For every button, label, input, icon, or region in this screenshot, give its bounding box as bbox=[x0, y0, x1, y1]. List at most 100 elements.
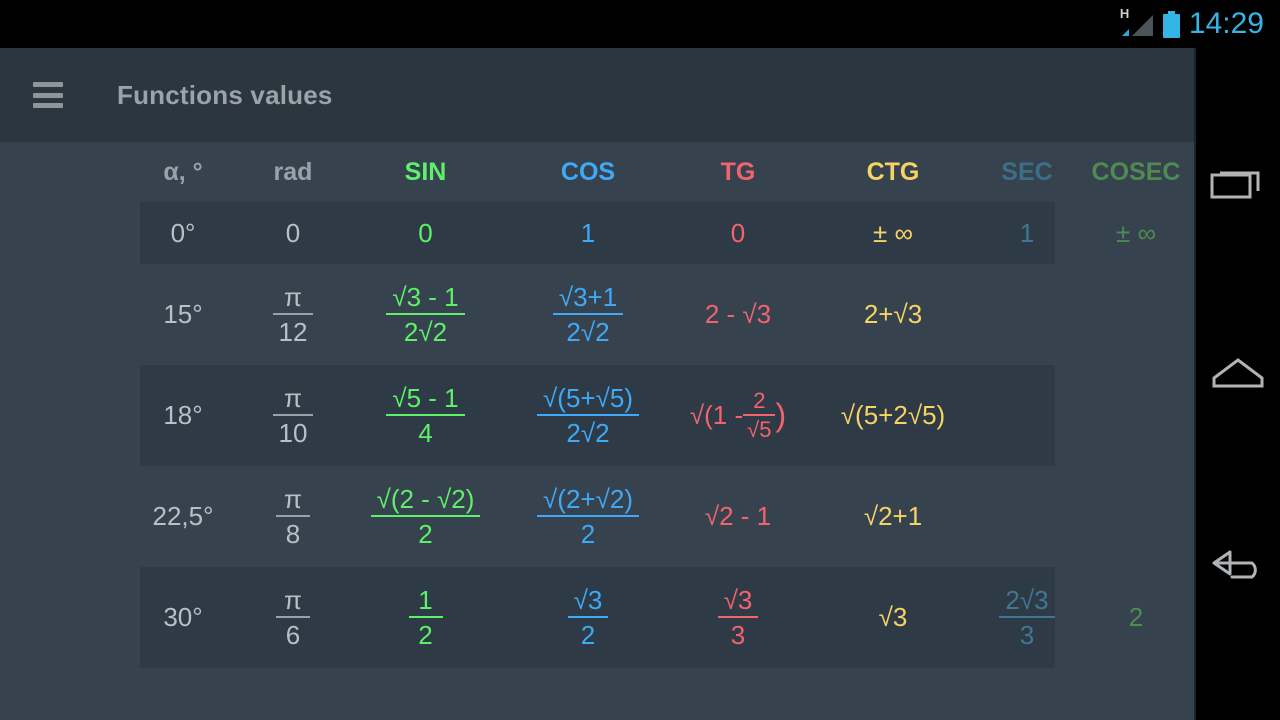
cell-cosec bbox=[1081, 466, 1191, 567]
cell-tg: √2 - 1 bbox=[704, 501, 772, 532]
cell-ctg: √3 bbox=[878, 602, 908, 633]
cell-sin: 1 2 bbox=[338, 567, 513, 668]
fraction-denominator: 2√2 bbox=[566, 317, 610, 347]
fraction-numerator: π bbox=[284, 584, 302, 615]
fraction-numerator: π bbox=[284, 382, 302, 413]
cell-tg: 0 bbox=[730, 217, 746, 248]
functions-values-table[interactable]: α, ° rad SIN COS TG CTG SEC COSEC 0° 0 0… bbox=[0, 142, 1196, 720]
cell-sec bbox=[973, 365, 1081, 466]
home-icon[interactable] bbox=[1196, 332, 1280, 416]
cell-ctg: √2+1 bbox=[863, 501, 923, 532]
recents-icon[interactable] bbox=[1196, 141, 1280, 225]
android-screen: H 14:29 Functions values α, ° rad SIN CO… bbox=[0, 0, 1280, 720]
signal-bars-dim bbox=[1131, 15, 1153, 36]
fraction-numerator: √(2 - √2) bbox=[376, 483, 475, 514]
fraction-denominator: 4 bbox=[418, 418, 433, 448]
cell-cos: √(5+√5) 2√2 bbox=[513, 365, 663, 466]
cell-tg: 2 - √3 bbox=[704, 299, 772, 330]
fraction-denominator: 12 bbox=[278, 317, 308, 347]
fraction-numerator: √(5+√5) bbox=[543, 382, 633, 413]
back-icon[interactable] bbox=[1196, 523, 1280, 607]
fraction-denominator: 6 bbox=[285, 620, 301, 650]
fraction-numerator: π bbox=[284, 483, 302, 514]
fraction-numerator: √3 bbox=[573, 584, 603, 615]
battery-body bbox=[1162, 13, 1180, 38]
cell-tg: √(1 - 2 √5 ) bbox=[663, 365, 813, 466]
fraction-denominator: 2 bbox=[580, 620, 596, 650]
cell-rad: π 8 bbox=[248, 466, 338, 567]
fraction-numerator: π bbox=[284, 281, 302, 312]
battery-full-icon bbox=[1162, 10, 1180, 38]
cell-cos: √3 2 bbox=[513, 567, 663, 668]
table-row[interactable]: 30° π 6 1 2 √3 2 √3 3 √3 2√3 3 2 bbox=[0, 567, 1196, 668]
sqrt-prefix: √(1 - bbox=[689, 400, 744, 430]
cell-cosec bbox=[1081, 365, 1191, 466]
column-header-cosec: COSEC bbox=[1091, 157, 1181, 186]
cell-sec bbox=[973, 264, 1081, 365]
cell-angle: 0° bbox=[170, 217, 196, 248]
column-header-angle: α, ° bbox=[163, 157, 203, 186]
cell-rad: 0 bbox=[285, 217, 301, 248]
cell-angle: 15° bbox=[163, 299, 203, 330]
app-toolbar: Functions values bbox=[0, 48, 1196, 142]
cell-ctg: 2+√3 bbox=[863, 299, 923, 330]
cell-rad: π 6 bbox=[248, 567, 338, 668]
fraction-numerator: √5 - 1 bbox=[392, 382, 459, 413]
cell-cosec bbox=[1081, 264, 1191, 365]
fraction-numerator: √3+1 bbox=[558, 281, 618, 312]
cell-angle: 30° bbox=[163, 602, 203, 633]
hamburger-line-1 bbox=[33, 82, 63, 87]
cell-angle: 22,5° bbox=[152, 501, 214, 532]
fraction-numerator: 1 bbox=[418, 584, 433, 615]
column-header-sec: SEC bbox=[1001, 157, 1053, 186]
sqrt-suffix: ) bbox=[775, 397, 787, 433]
cell-sin: √(2 - √2) 2 bbox=[338, 466, 513, 567]
cell-tg: √3 3 bbox=[663, 567, 813, 668]
column-header-tg: TG bbox=[720, 157, 756, 186]
cell-ctg: √(5+2√5) bbox=[840, 400, 946, 431]
signal-triangle-icon: H bbox=[1119, 6, 1154, 39]
fraction-denominator: 10 bbox=[278, 418, 308, 448]
fraction-denominator: 2 bbox=[418, 519, 433, 549]
android-navigation-bar bbox=[1196, 48, 1280, 720]
cell-rad: π 12 bbox=[248, 264, 338, 365]
fraction-denominator: √5 bbox=[747, 417, 772, 442]
fraction-denominator: 2 bbox=[418, 620, 433, 650]
fraction-denominator: 2√2 bbox=[566, 418, 610, 448]
fraction-numerator: √3 - 1 bbox=[392, 281, 459, 312]
fraction-denominator: 8 bbox=[285, 519, 301, 549]
hamburger-menu-icon[interactable] bbox=[33, 82, 63, 108]
fraction-denominator: 3 bbox=[730, 620, 746, 650]
cell-cosec: ± ∞ bbox=[1115, 217, 1157, 248]
status-bar-clock: 14:29 bbox=[1188, 7, 1264, 40]
hamburger-line-2 bbox=[33, 92, 63, 98]
column-header-cos: COS bbox=[560, 157, 616, 186]
hamburger-line-3 bbox=[33, 103, 63, 108]
cell-ctg: ± ∞ bbox=[872, 217, 914, 248]
cell-sin: √3 - 1 2√2 bbox=[338, 264, 513, 365]
page-title: Functions values bbox=[117, 79, 333, 110]
cell-cos: √3+1 2√2 bbox=[513, 264, 663, 365]
cell-angle: 18° bbox=[163, 400, 203, 431]
table-row[interactable]: 22,5° π 8 √(2 - √2) 2 √(2+√2) 2 √2 - 1 √… bbox=[0, 466, 1196, 567]
status-icons: H 14:29 bbox=[1119, 6, 1264, 40]
cell-cosec: 2 bbox=[1128, 602, 1144, 633]
table-header-row: α, ° rad SIN COS TG CTG SEC COSEC bbox=[0, 142, 1196, 202]
table-row[interactable]: 15° π 12 √3 - 1 2√2 √3+1 2√2 2 - √3 2+√3 bbox=[0, 264, 1196, 365]
fraction-numerator: √(2+√2) bbox=[543, 483, 633, 514]
status-bar: H 14:29 bbox=[0, 0, 1280, 48]
network-type-label: H bbox=[1119, 6, 1130, 21]
column-header-sin: SIN bbox=[404, 157, 447, 186]
column-header-rad: rad bbox=[273, 157, 313, 186]
fraction-denominator: 2 bbox=[580, 519, 596, 549]
fraction-numerator: 2√3 bbox=[1005, 584, 1049, 615]
fraction-denominator: 2√2 bbox=[403, 317, 448, 347]
fraction-denominator: 3 bbox=[1019, 620, 1035, 650]
cell-sec: 2√3 3 bbox=[973, 567, 1081, 668]
table-row[interactable]: 0° 0 0 1 0 ± ∞ 1 ± ∞ bbox=[0, 202, 1196, 264]
signal-bars-lit bbox=[1121, 29, 1129, 36]
app-window: Functions values α, ° rad SIN COS TG CTG… bbox=[0, 48, 1196, 720]
cell-sec bbox=[973, 466, 1081, 567]
cell-sin: √5 - 1 4 bbox=[338, 365, 513, 466]
table-row[interactable]: 18° π 10 √5 - 1 4 √(5+√5) 2√2 √(1 - 2 √5… bbox=[0, 365, 1196, 466]
